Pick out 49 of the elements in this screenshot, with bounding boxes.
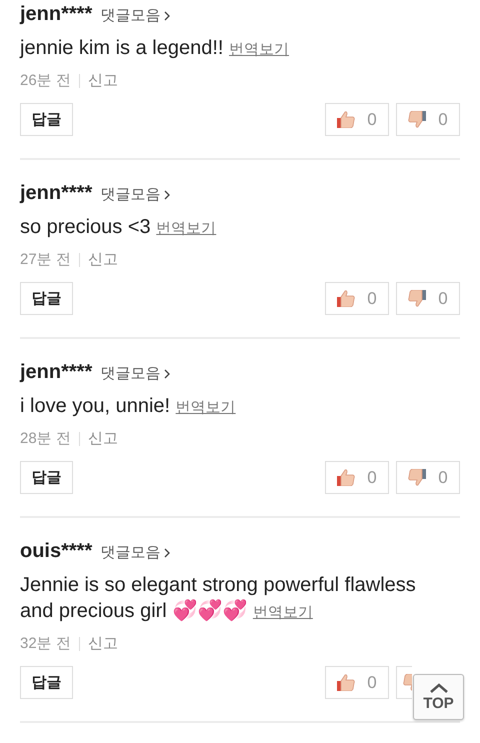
chevron-icon xyxy=(164,548,170,558)
comment-time: 27분 전 xyxy=(20,250,71,269)
thumbs-down-icon xyxy=(408,111,426,128)
like-button[interactable]: 0 xyxy=(325,461,389,494)
comment-text: i love you, unnie! 번역보기 xyxy=(20,394,237,419)
comment-collection-link[interactable]: 댓글모음 xyxy=(100,364,170,383)
comment-text: jennie kim is a legend!! 번역보기 xyxy=(20,36,290,61)
thumbs-up-icon xyxy=(337,111,356,128)
like-button[interactable]: 0 xyxy=(325,666,389,699)
chevron-icon xyxy=(164,190,170,200)
comment-time: 32분 전 xyxy=(20,634,71,653)
report-link[interactable]: 신고 xyxy=(88,634,118,653)
comment-collection-link[interactable]: 댓글모음 xyxy=(100,185,170,204)
comment-collection-link[interactable]: 댓글모음 xyxy=(100,543,170,562)
thumbs-up-icon xyxy=(337,674,356,691)
dislike-button[interactable] xyxy=(396,666,412,699)
report-link[interactable]: 신고 xyxy=(88,71,118,90)
report-link[interactable]: 신고 xyxy=(88,250,118,269)
comment-time: 26분 전 xyxy=(20,71,71,90)
username: ouis**** xyxy=(20,540,92,563)
thumbs-down-icon xyxy=(408,469,426,486)
scroll-to-top-button[interactable]: TOP xyxy=(413,674,464,720)
username: jenn**** xyxy=(20,361,92,384)
dislike-button[interactable]: 0 xyxy=(396,282,460,315)
thumbs-down-icon xyxy=(408,290,426,307)
translate-link[interactable]: 번역보기 xyxy=(176,399,236,416)
username: jenn**** xyxy=(20,3,92,26)
reply-button[interactable]: 답글 xyxy=(20,666,73,699)
reply-button[interactable]: 답글 xyxy=(20,461,73,494)
dislike-button[interactable]: 0 xyxy=(396,461,460,494)
like-button[interactable]: 0 xyxy=(325,282,389,315)
comment-text: so precious <3 번역보기 xyxy=(20,215,218,240)
comment-text: Jennie is so elegant strong powerful flawless and precious girl 💞💞💞 번역보기 xyxy=(20,573,417,624)
reply-button[interactable]: 답글 xyxy=(20,103,73,136)
translate-link[interactable]: 번역보기 xyxy=(229,41,290,58)
translate-link[interactable]: 번역보기 xyxy=(156,220,216,237)
chevron-icon xyxy=(164,10,170,20)
like-button[interactable]: 0 xyxy=(325,103,389,136)
reply-button[interactable]: 답글 xyxy=(20,282,73,315)
username: jenn**** xyxy=(20,182,92,205)
comment-time: 28분 전 xyxy=(20,429,71,448)
caret-up-icon xyxy=(430,682,448,692)
comment-collection-link[interactable]: 댓글모음 xyxy=(100,6,170,25)
thumbs-up-icon xyxy=(337,469,356,486)
dislike-button[interactable]: 0 xyxy=(396,103,460,136)
report-link[interactable]: 신고 xyxy=(88,429,118,448)
chevron-icon xyxy=(164,368,170,378)
thumbs-up-icon xyxy=(337,290,356,307)
translate-link[interactable]: 번역보기 xyxy=(252,604,313,621)
